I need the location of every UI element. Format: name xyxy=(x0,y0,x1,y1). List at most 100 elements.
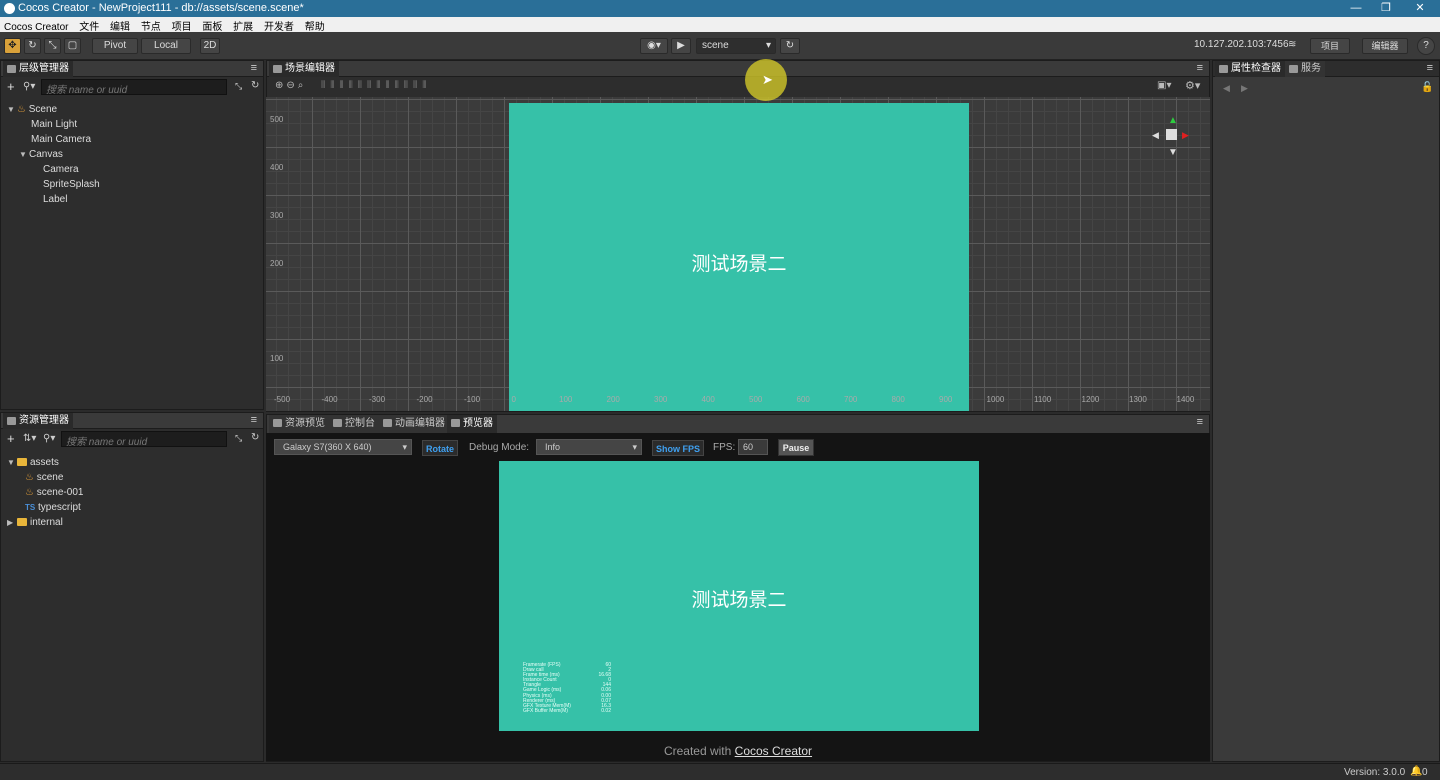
asset-scene[interactable]: ♨ scene xyxy=(25,470,63,485)
asset-scene-001[interactable]: ♨ scene-001 xyxy=(25,485,83,500)
pause-button[interactable]: Pause xyxy=(778,439,814,456)
tree-node-camera[interactable]: Camera xyxy=(43,162,79,177)
gizmo-center-icon[interactable] xyxy=(1166,129,1177,140)
neg-x-arrow-icon[interactable]: ◀ xyxy=(1152,130,1159,141)
camera-options-icon[interactable]: ▣▾ xyxy=(1157,80,1171,91)
menu-help[interactable]: 帮助 xyxy=(301,17,329,33)
tree-node-scene[interactable]: ▼ ♨ Scene xyxy=(7,102,57,117)
search-filter-icon[interactable]: ⚲▾ xyxy=(23,81,35,92)
editor-label: 编辑器 xyxy=(1371,41,1399,51)
pivot-button[interactable]: Pivot xyxy=(92,38,138,54)
menu-project[interactable]: 项目 xyxy=(168,17,196,33)
align-tools-icon[interactable]: ⫴⫴⫴⫴⫴⫴⫴⫴⫴⫴⫴⫴ xyxy=(321,80,431,91)
panel-menu-icon[interactable]: ≡ xyxy=(1427,62,1433,74)
y-axis-arrow-icon[interactable]: ▲ xyxy=(1168,115,1178,126)
wifi-icon: ≋ xyxy=(1288,39,1297,50)
menu-panel[interactable]: 面板 xyxy=(198,17,226,33)
editor-button[interactable]: 编辑器 xyxy=(1362,38,1408,54)
ruler-x-tick: 0 xyxy=(511,395,516,404)
project-button[interactable]: 项目 xyxy=(1310,38,1350,54)
collapse-all-icon[interactable]: ⤡ xyxy=(235,433,242,444)
ruler-y-tick: 400 xyxy=(270,163,284,172)
expand-arrow-icon[interactable]: ▼ xyxy=(7,455,17,470)
panel-menu-icon[interactable]: ≡ xyxy=(251,62,257,74)
fps-input[interactable]: 60 xyxy=(738,439,768,455)
menu-developer[interactable]: 开发者 xyxy=(260,17,298,33)
scene-viewport[interactable]: 测试场景二 500 400 300 200 100 -500 -400 -300 -200 -1… xyxy=(266,97,1210,411)
show-fps-button[interactable]: Show FPS xyxy=(652,440,704,456)
tab-asset-preview[interactable]: 资源预览 xyxy=(269,415,329,433)
panel-menu-icon[interactable]: ≡ xyxy=(1197,62,1203,74)
play-icon[interactable]: ▶ xyxy=(671,38,691,54)
collapse-all-icon[interactable]: ⤡ xyxy=(235,81,242,92)
hierarchy-search-input[interactable]: 搜索 name or uuid xyxy=(41,79,227,96)
refresh-icon[interactable]: ↻ xyxy=(780,38,800,54)
scale-tool-icon[interactable]: ⤡ xyxy=(44,38,61,54)
search-filter-icon[interactable]: ⚲▾ xyxy=(43,433,55,444)
zoom-icons[interactable]: ⊕⊖⌕ xyxy=(275,80,306,91)
forward-arrow-icon[interactable]: ▶ xyxy=(1241,83,1248,94)
back-arrow-icon[interactable]: ◀ xyxy=(1223,83,1230,94)
device-select[interactable]: Galaxy S7(360 X 640) ▾ xyxy=(274,439,412,455)
tab-console[interactable]: 控制台 xyxy=(329,415,379,433)
add-asset-icon[interactable]: + xyxy=(7,431,15,446)
collapse-arrow-icon[interactable]: ▶ xyxy=(7,515,17,530)
notification-count: 0 xyxy=(1422,767,1428,778)
menu-edit[interactable]: 编辑 xyxy=(106,17,134,33)
rotate-button[interactable]: Rotate xyxy=(422,440,458,456)
tree-node-canvas[interactable]: ▼ Canvas xyxy=(19,147,63,162)
close-button[interactable]: ✕ xyxy=(1406,0,1434,17)
menu-file[interactable]: 文件 xyxy=(75,17,103,33)
assets-title: 资源管理器 xyxy=(19,415,69,426)
help-button[interactable]: ? xyxy=(1417,37,1435,55)
orientation-gizmo[interactable]: ▲ ◀ ▶ ▼ xyxy=(1152,115,1192,159)
ruler-x-tick: 200 xyxy=(606,395,620,404)
refresh-assets-icon[interactable]: ↻ xyxy=(251,432,259,443)
scene-canvas-rect[interactable]: 测试场景二 xyxy=(509,103,969,411)
panel-menu-icon[interactable]: ≡ xyxy=(1197,416,1203,428)
tab-inspector[interactable]: 属性检查器 xyxy=(1215,61,1285,77)
gear-icon[interactable]: ⚙▾ xyxy=(1185,79,1200,92)
tab-animation-editor[interactable]: 动画编辑器 xyxy=(379,415,449,433)
tree-node-main-light[interactable]: Main Light xyxy=(31,117,77,132)
rotate-tool-icon[interactable]: ↻ xyxy=(24,38,41,54)
neg-y-arrow-icon[interactable]: ▼ xyxy=(1168,147,1178,158)
menu-extension[interactable]: 扩展 xyxy=(229,17,257,33)
asset-folder-assets[interactable]: ▼ assets xyxy=(7,455,59,470)
panel-menu-icon[interactable]: ≡ xyxy=(251,414,257,426)
tab-services[interactable]: 服务 xyxy=(1285,61,1325,77)
local-button[interactable]: Local xyxy=(141,38,191,54)
maximize-button[interactable]: ❐ xyxy=(1372,0,1400,17)
x-axis-arrow-icon[interactable]: ▶ xyxy=(1182,130,1189,141)
debug-mode-select[interactable]: Info ▾ xyxy=(536,439,642,455)
menu-bar: Cocos Creator 文件 编辑 节点 项目 面板 扩展 开发者 帮助 xyxy=(0,17,1440,33)
tab-scene-editor[interactable]: 场景编辑器 xyxy=(269,61,339,77)
mode-2d-button[interactable]: 2D xyxy=(200,38,220,54)
animation-icon xyxy=(383,419,392,427)
menu-node[interactable]: 节点 xyxy=(137,17,165,33)
lock-icon[interactable]: 🔓 xyxy=(1421,82,1433,93)
tab-previewer[interactable]: 预览器 xyxy=(447,415,497,433)
add-node-icon[interactable]: + xyxy=(7,79,15,94)
tab-hierarchy[interactable]: 层级管理器 xyxy=(3,61,73,77)
platform-globe-icon[interactable]: ◉▾ xyxy=(640,38,668,54)
expand-arrow-icon[interactable]: ▼ xyxy=(7,102,17,117)
tree-node-label-node[interactable]: Label xyxy=(43,192,67,207)
sort-icon[interactable]: ⇅▾ xyxy=(23,433,36,444)
bell-icon[interactable]: 🔔 xyxy=(1410,766,1422,777)
minimize-button[interactable]: — xyxy=(1342,0,1370,17)
tree-node-spritesplash[interactable]: SpriteSplash xyxy=(43,177,100,192)
tree-node-main-camera[interactable]: Main Camera xyxy=(31,132,91,147)
assets-search-input[interactable]: 搜索 name or uuid xyxy=(61,431,227,448)
scene-select[interactable]: scene ▾ xyxy=(696,38,776,54)
rect-tool-icon[interactable]: ▢ xyxy=(64,38,81,54)
tab-assets[interactable]: 资源管理器 xyxy=(3,413,73,429)
cocos-creator-link[interactable]: Cocos Creator xyxy=(735,744,812,758)
asset-typescript[interactable]: TS typescript xyxy=(25,500,81,515)
pivot-label: Pivot xyxy=(103,40,127,51)
expand-arrow-icon[interactable]: ▼ xyxy=(19,147,29,162)
asset-folder-internal[interactable]: ▶ internal xyxy=(7,515,63,530)
move-tool-icon[interactable]: ✥ xyxy=(4,38,21,54)
game-preview-canvas[interactable]: 测试场景二 Framerate (FPS) 60 Draw call 2 Frame t… xyxy=(499,461,979,731)
refresh-tree-icon[interactable]: ↻ xyxy=(251,80,259,91)
